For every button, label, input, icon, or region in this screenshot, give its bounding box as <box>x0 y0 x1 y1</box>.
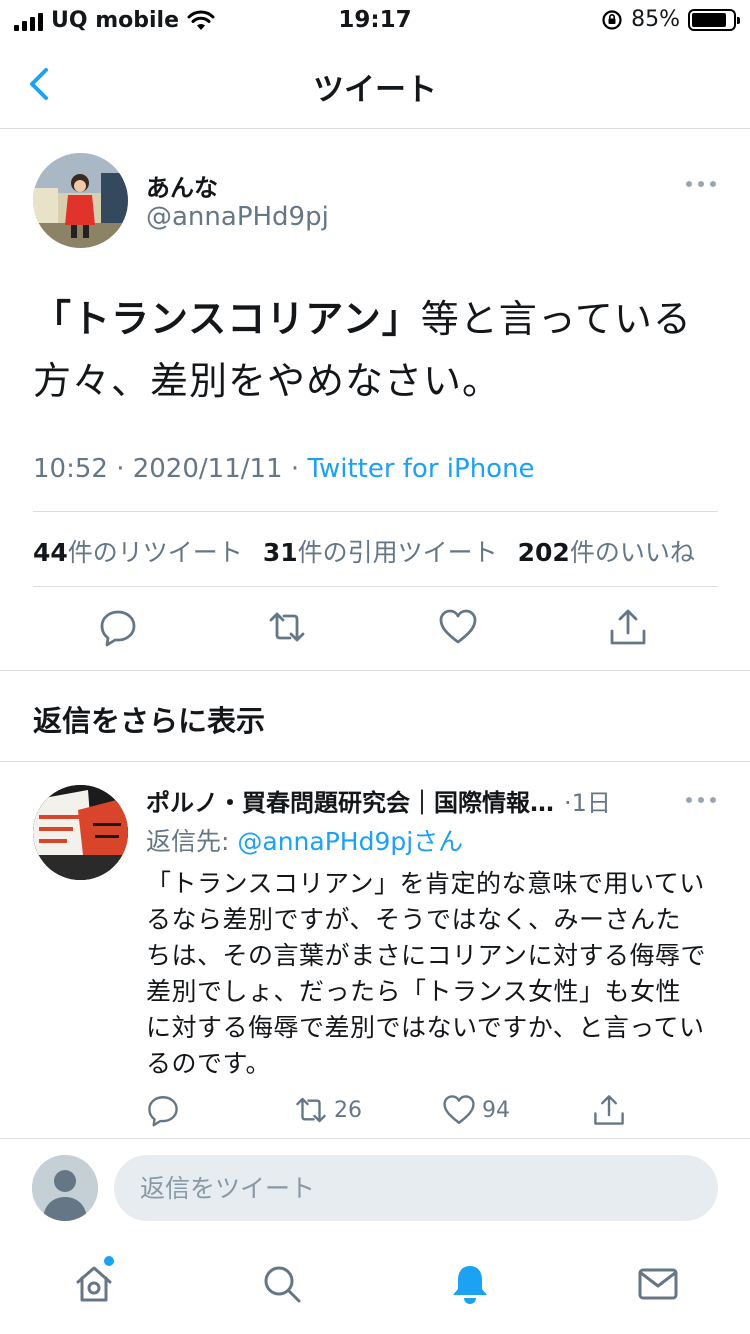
divider <box>0 761 750 762</box>
like-icon <box>443 1095 475 1124</box>
quotes-label: 件の引用ツイート <box>297 538 498 567</box>
reply-to-prefix: 返信先: <box>146 827 238 856</box>
tweet-meta: 10:52 · 2020/11/11 · Twitter for iPhone <box>33 454 535 484</box>
reply-like-button[interactable]: 94 <box>442 1093 510 1127</box>
share-icon[interactable] <box>608 607 648 647</box>
reply-to-handle[interactable]: @annaPHd9pjさん <box>237 827 463 856</box>
divider <box>33 511 718 512</box>
author-handle[interactable]: @annaPHd9pj <box>146 202 329 232</box>
retweet-icon[interactable] <box>267 607 307 647</box>
reply-retweet-count: 26 <box>334 1097 362 1123</box>
home-unread-dot <box>104 1256 114 1266</box>
quotes-count: 31 <box>262 538 298 567</box>
status-bar: UQ mobile 19:17 85% <box>0 0 750 40</box>
reply-like-count: 94 <box>482 1097 510 1123</box>
reply-to: 返信先: @annaPHd9pjさん <box>146 822 463 858</box>
default-avatar-icon <box>32 1155 98 1221</box>
tweet-text-line1: 等と言っている <box>420 297 692 341</box>
reply-composer <box>0 1138 750 1236</box>
reply-author-name[interactable]: ポルノ・買春問題研究会｜国際情報… <box>146 783 554 818</box>
my-avatar[interactable] <box>32 1155 98 1221</box>
tweet-stats: 44件のリツイート 31件の引用ツイート 202件のいいね <box>33 533 723 569</box>
tab-bar <box>0 1244 750 1334</box>
avatar-photo <box>33 785 128 880</box>
retweets-count: 44 <box>33 538 68 567</box>
retweet-icon <box>296 1097 326 1123</box>
like-icon[interactable] <box>438 607 478 647</box>
reply-text: 「トランスコリアン」を肯定的な意味で用いているなら差別ですが、そうではなく、みー… <box>146 869 707 1078</box>
page-title: ツイート <box>313 72 437 108</box>
likes-label: 件のいいね <box>569 538 695 567</box>
reply-header: ポルノ・買春問題研究会｜国際情報… ·1日 <box>146 783 706 818</box>
messages-icon[interactable] <box>636 1262 680 1306</box>
tweet-text: 「トランスコリアン」等と言っている 方々、差別をやめなさい。 <box>33 288 723 412</box>
search-icon[interactable] <box>260 1262 304 1306</box>
reply-icon[interactable] <box>98 607 138 647</box>
reply-icon <box>148 1096 178 1127</box>
battery-percent: 85% <box>631 7 680 32</box>
status-right: 85% <box>601 7 740 32</box>
divider <box>0 670 750 671</box>
tweet-actions <box>0 607 750 651</box>
tweet-source-link[interactable]: Twitter for iPhone <box>307 454 534 484</box>
battery-icon <box>688 8 740 31</box>
notifications-icon[interactable] <box>448 1262 492 1306</box>
retweets-stat[interactable]: 44件のリツイート <box>33 533 243 569</box>
quotes-stat[interactable]: 31件の引用ツイート <box>263 533 498 569</box>
reply-actions: 26 94 <box>0 1093 750 1133</box>
navigation-bar: ツイート <box>0 40 750 129</box>
reply-timestamp: ·1日 <box>564 789 611 817</box>
share-icon <box>594 1095 624 1125</box>
reply-retweet-button[interactable]: 26 <box>294 1093 362 1127</box>
battery-fill <box>692 12 726 27</box>
retweets-label: 件のリツイート <box>67 538 243 567</box>
reply-reply-button[interactable] <box>146 1093 180 1127</box>
reply-author-avatar[interactable] <box>33 785 128 880</box>
home-icon[interactable] <box>72 1262 116 1306</box>
divider <box>33 586 718 587</box>
avatar-photo <box>33 153 128 248</box>
reply-share-button[interactable] <box>592 1093 626 1127</box>
more-icon[interactable] <box>686 181 716 189</box>
author-name[interactable]: あんな <box>146 168 218 203</box>
likes-count: 202 <box>517 538 570 567</box>
tweet-text-line2: 方々、差別をやめなさい。 <box>33 359 502 403</box>
tweet-text-bold: 「トランスコリアン」 <box>33 297 421 341</box>
tweet-timestamp: 10:52 · 2020/11/11 · <box>33 454 308 484</box>
likes-stat[interactable]: 202件のいいね <box>518 533 695 569</box>
orientation-lock-icon <box>602 9 622 30</box>
reply-input[interactable] <box>114 1155 718 1221</box>
author-avatar[interactable] <box>33 153 128 248</box>
reply-more-icon[interactable] <box>686 797 716 805</box>
more-replies-heading[interactable]: 返信をさらに表示 <box>33 698 265 740</box>
